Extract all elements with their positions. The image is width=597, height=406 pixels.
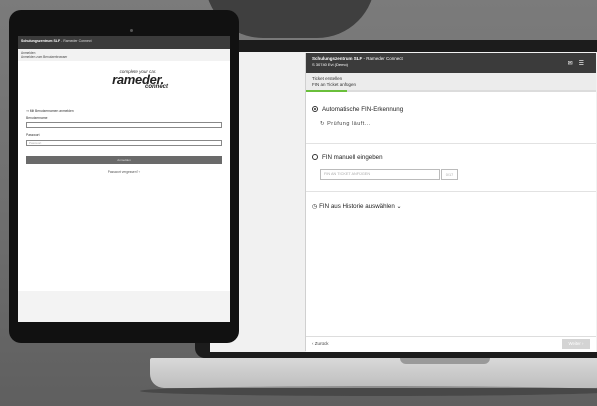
fin-counter-button[interactable]: 0/17 <box>441 169 458 180</box>
option-auto[interactable]: Automatische FIN-Erkennung <box>312 106 403 113</box>
chevron-down-icon: ⌄ <box>396 203 402 210</box>
radio-manual[interactable] <box>312 154 318 161</box>
laptop-base <box>150 358 597 388</box>
rameder-logo: complete your car. rameder. connect <box>98 69 178 90</box>
ticket-app-window: Schulungszentrum SLF - Rameder Connect S… <box>305 53 596 352</box>
progress-bar <box>306 90 596 92</box>
login-button[interactable]: Anmelden <box>26 156 222 164</box>
bell-icon[interactable]: ✉ <box>568 61 579 67</box>
option-history[interactable]: ◷ FIN aus Historie auswählen ⌄ <box>312 203 402 210</box>
laptop-notch <box>400 358 490 364</box>
password-label: Passwort <box>26 133 40 137</box>
breadcrumb: Ticket erstellen FIN an Ticket anfügen <box>306 73 596 90</box>
tablet-brand: Schulungszentrum SLF <box>21 39 61 43</box>
tablet-title-suffix: - Rameder Connect <box>60 39 92 43</box>
tablet-header: Schulungszentrum SLF - Rameder Connect <box>18 36 230 49</box>
next-button[interactable]: Weiter › <box>562 339 590 349</box>
option-manual-label: FIN manuell eingeben <box>322 154 383 161</box>
header-icons: ✉☰ <box>568 60 590 67</box>
breadcrumb-subtitle: FIN an Ticket anfügen <box>312 81 357 87</box>
divider <box>306 191 596 192</box>
menu-icon[interactable]: ☰ <box>579 61 590 67</box>
forgot-password-link[interactable]: Passwort vergessen? › <box>18 170 230 174</box>
history-icon: ◷ <box>312 203 318 210</box>
option-manual[interactable]: FIN manuell eingeben <box>312 154 383 161</box>
tablet-camera <box>130 29 133 32</box>
option-auto-label: Automatische FIN-Erkennung <box>322 106 404 113</box>
tablet-subheader: Anmelden Anmelden zum Benutzerbrowser <box>18 49 230 61</box>
login-intro: ⇒ Mit Benutzernamen anmelden <box>26 109 74 113</box>
tablet-footer-area <box>18 291 230 322</box>
fin-input[interactable]: FIN AN TICKET ANFÜGEN <box>320 169 440 180</box>
laptop-shadow <box>140 386 597 396</box>
app-title-suffix: - Rameder Connect <box>362 56 403 61</box>
password-input[interactable]: Passwort <box>26 140 222 146</box>
username-label: Benutzername <box>26 116 48 120</box>
app-footer: ‹ Zurück Weiter › <box>306 336 596 352</box>
auto-status-text: Prüfung läuft... <box>327 121 371 127</box>
login-intro-text: Mit Benutzernamen anmelden <box>29 109 74 113</box>
progress-fill <box>306 90 347 92</box>
divider <box>306 143 596 144</box>
app-user-line: S 30740 Evi (Demo) <box>312 62 349 67</box>
username-input[interactable] <box>26 122 222 128</box>
tablet-screen: Schulungszentrum SLF - Rameder Connect A… <box>18 36 230 322</box>
radio-auto[interactable] <box>312 106 318 113</box>
option-history-label: FIN aus Historie auswählen <box>319 203 395 210</box>
spinner-icon: ↻ <box>320 121 326 127</box>
login-icon: ⇒ <box>26 109 29 113</box>
app-header: Schulungszentrum SLF - Rameder Connect S… <box>306 53 596 73</box>
auto-status: ↻ Prüfung läuft... <box>320 121 371 127</box>
app-brand: Schulungszentrum SLF <box>312 56 363 61</box>
back-button[interactable]: ‹ Zurück <box>312 341 329 346</box>
tablet-subheader-subtitle: Anmelden zum Benutzerbrowser <box>21 55 68 59</box>
